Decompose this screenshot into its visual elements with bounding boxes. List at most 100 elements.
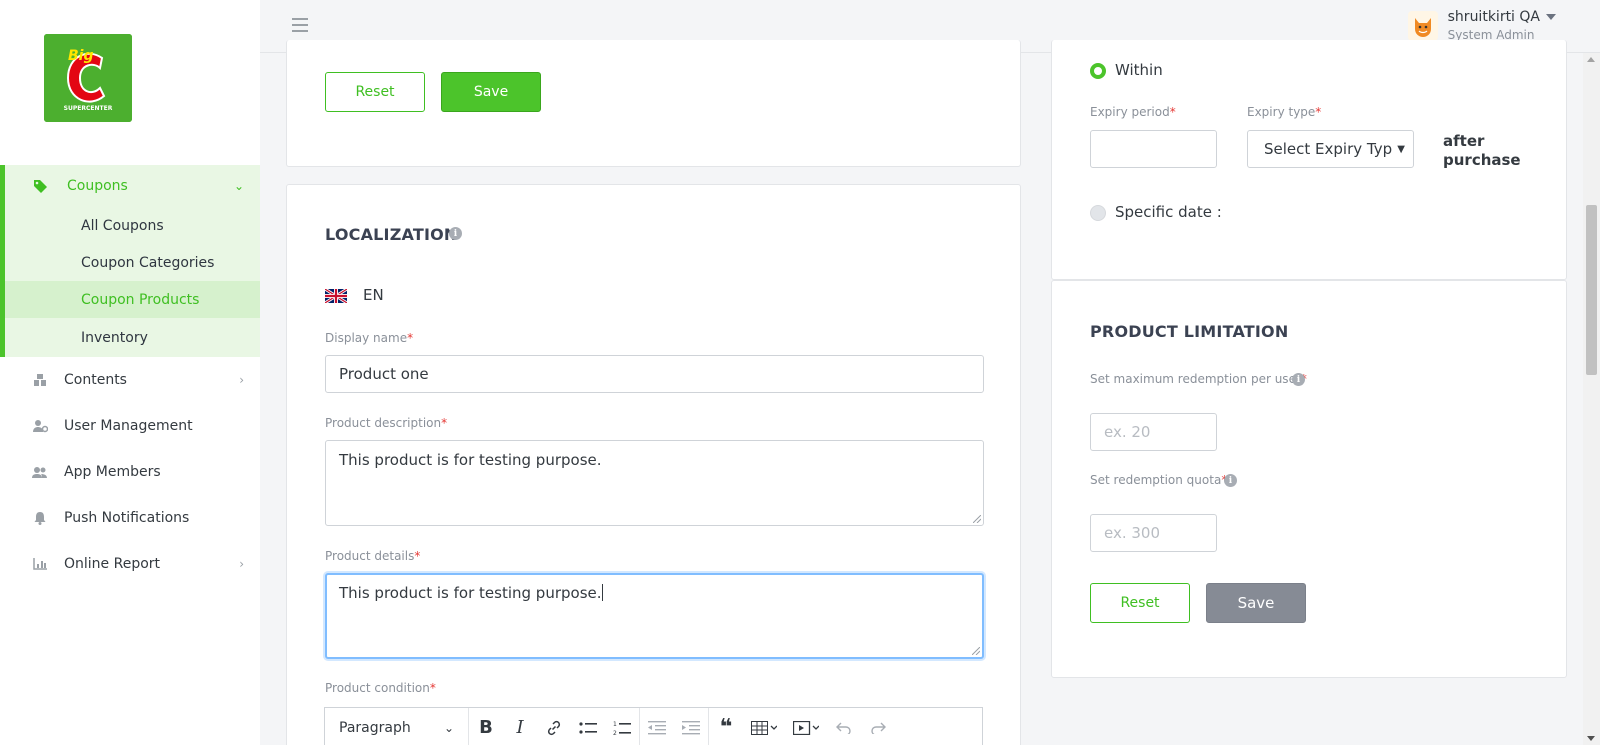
- display-name-input[interactable]: Product one: [325, 355, 984, 393]
- product-description-label: Product description*: [325, 416, 448, 430]
- sidebar-item-label: Online Report: [64, 556, 161, 572]
- svg-text:Big: Big: [68, 48, 94, 64]
- sidebar-item-coupons[interactable]: Coupons ⌄: [5, 165, 260, 207]
- uk-flag-icon: [325, 289, 347, 303]
- link-icon[interactable]: [537, 708, 571, 745]
- bold-icon[interactable]: B: [469, 708, 503, 745]
- expiry-type-value: Select Expiry Typ: [1264, 140, 1393, 158]
- within-radio[interactable]: [1090, 63, 1106, 79]
- users-icon: [32, 464, 48, 480]
- localization-card: LOCALIZATION i EN Display name* Product …: [286, 184, 1021, 745]
- sidebar-item-label: User Management: [64, 418, 193, 434]
- redemption-quota-input[interactable]: ex. 300: [1090, 514, 1217, 552]
- resize-handle-icon[interactable]: [972, 647, 980, 655]
- specific-date-radio[interactable]: [1090, 205, 1106, 221]
- sidebar-item-label: App Members: [64, 464, 161, 480]
- save-button[interactable]: Save: [441, 72, 541, 112]
- product-details-textarea[interactable]: This product is for testing purpose.: [325, 573, 984, 659]
- sidebar-item-app-members[interactable]: App Members: [0, 449, 260, 495]
- insert-media-icon[interactable]: [785, 708, 827, 745]
- resize-handle-icon[interactable]: [973, 515, 981, 523]
- avatar: [1407, 11, 1438, 41]
- rich-text-toolbar: Paragraph ⌄ B I 12 ❝: [324, 707, 983, 745]
- svg-text:2: 2: [613, 730, 617, 736]
- big-c-logo-image: Big SUPERCENTER: [44, 34, 132, 122]
- product-details-value: This product is for testing purpose.: [339, 584, 602, 602]
- undo-icon[interactable]: [827, 708, 861, 745]
- italic-icon[interactable]: I: [503, 708, 537, 745]
- sidebar-nav: Coupons ⌄ All Coupons Coupon Categories …: [0, 165, 260, 587]
- page-scrollbar[interactable]: [1583, 53, 1600, 745]
- expiry-period-label: Expiry period*: [1090, 105, 1176, 119]
- text-cursor: [601, 584, 603, 601]
- hamburger-menu-icon[interactable]: [292, 18, 308, 32]
- coupons-group: Coupons ⌄ All Coupons Coupon Categories …: [0, 165, 260, 357]
- outdent-icon[interactable]: [640, 708, 674, 745]
- sidebar-item-label: Push Notifications: [64, 510, 190, 526]
- scroll-up-icon[interactable]: [1587, 57, 1595, 62]
- sidebar-subitem-inventory[interactable]: Inventory: [5, 318, 260, 357]
- sidebar-item-push-notifications[interactable]: Push Notifications: [0, 495, 260, 541]
- boxes-icon: [32, 372, 48, 388]
- expiry-type-label: Expiry type*: [1247, 105, 1322, 119]
- sidebar-item-contents[interactable]: Contents ›: [0, 357, 260, 403]
- sidebar-subitem-all-coupons[interactable]: All Coupons: [5, 207, 260, 244]
- svg-text:1: 1: [613, 721, 617, 728]
- bell-icon: [32, 510, 48, 526]
- info-icon[interactable]: i: [449, 227, 462, 240]
- sidebar-subitem-coupon-products[interactable]: Coupon Products: [5, 281, 260, 318]
- indent-icon[interactable]: [674, 708, 708, 745]
- sidebar-item-label: Coupons: [67, 178, 128, 194]
- reset-button[interactable]: Reset: [1090, 583, 1190, 623]
- tag-icon: [33, 178, 49, 194]
- max-redemption-input[interactable]: ex. 20: [1090, 413, 1217, 451]
- redemption-quota-label: Set redemption quota*: [1090, 473, 1227, 487]
- big-c-logo[interactable]: Big SUPERCENTER: [44, 34, 132, 122]
- chevron-down-icon: ⌄: [443, 720, 454, 735]
- product-description-value: This product is for testing purpose.: [339, 451, 602, 469]
- specific-date-label: Specific date :: [1115, 203, 1222, 221]
- chevron-right-icon: ›: [239, 557, 244, 571]
- product-details-label: Product details*: [325, 549, 421, 563]
- sidebar-item-user-management[interactable]: User Management: [0, 403, 260, 449]
- language-code: EN: [363, 286, 384, 304]
- scroll-down-icon[interactable]: [1587, 736, 1595, 741]
- sidebar-item-online-report[interactable]: Online Report ›: [0, 541, 260, 587]
- sidebar-subitem-coupon-categories[interactable]: Coupon Categories: [5, 244, 260, 281]
- chevron-down-icon: ⌄: [233, 179, 244, 193]
- user-menu[interactable]: shruitkirti QA System Admin: [1407, 8, 1556, 44]
- info-icon[interactable]: i: [1224, 474, 1237, 487]
- expiry-period-input[interactable]: [1090, 130, 1217, 168]
- info-icon[interactable]: i: [1292, 373, 1305, 386]
- top-action-card: Reset Save: [286, 40, 1021, 167]
- numbered-list-icon[interactable]: 12: [605, 708, 639, 745]
- product-description-textarea[interactable]: This product is for testing purpose.: [325, 440, 984, 526]
- redo-icon[interactable]: [861, 708, 895, 745]
- paragraph-format-select[interactable]: Paragraph ⌄: [325, 708, 469, 745]
- chevron-right-icon: ›: [239, 373, 244, 387]
- insert-table-icon[interactable]: [743, 708, 785, 745]
- product-limitation-card: PRODUCT LIMITATION Set maximum redemptio…: [1051, 280, 1567, 678]
- after-purchase-text: after purchase: [1443, 132, 1521, 169]
- reset-button[interactable]: Reset: [325, 72, 425, 112]
- user-name: shruitkirti QA: [1447, 9, 1540, 25]
- save-button[interactable]: Save: [1206, 583, 1306, 623]
- paragraph-format-value: Paragraph: [339, 719, 411, 736]
- expiry-type-select[interactable]: Select Expiry Typ ▼: [1247, 130, 1414, 168]
- product-limitation-title: PRODUCT LIMITATION: [1090, 322, 1289, 341]
- select-arrow-icon: ▼: [1397, 144, 1405, 155]
- display-name-label: Display name*: [325, 331, 414, 345]
- product-condition-label: Product condition*: [325, 681, 436, 695]
- svg-text:SUPERCENTER: SUPERCENTER: [64, 105, 113, 112]
- expiry-card: Within Expiry period* Expiry type* Selec…: [1051, 40, 1567, 280]
- sidebar-item-label: Contents: [64, 372, 127, 388]
- user-gear-icon: [32, 418, 48, 434]
- scroll-thumb[interactable]: [1586, 205, 1597, 375]
- localization-title: LOCALIZATION: [325, 225, 458, 244]
- bulleted-list-icon[interactable]: [571, 708, 605, 745]
- sidebar: Big SUPERCENTER Coupons ⌄ All Coupons Co…: [0, 0, 260, 745]
- caret-down-icon: [1546, 14, 1556, 20]
- block-quote-icon[interactable]: ❝: [709, 708, 743, 745]
- within-label: Within: [1115, 61, 1163, 79]
- chart-icon: [32, 556, 48, 572]
